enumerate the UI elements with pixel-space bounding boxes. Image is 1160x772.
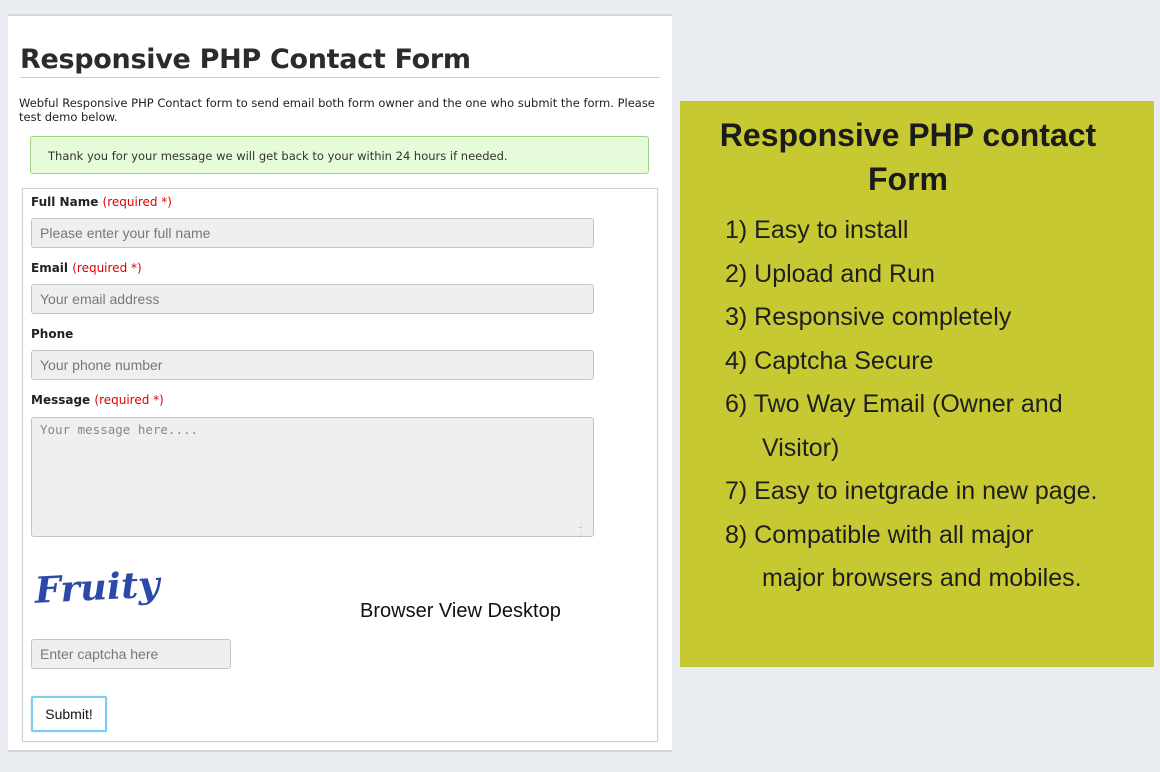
required-marker: (required *) (102, 195, 172, 209)
phone-input[interactable] (31, 350, 594, 380)
feature-item: 1) Easy to install (725, 216, 909, 244)
message-label: Message (required *) (31, 393, 164, 407)
panel-title-line-1: Responsive PHP contact (719, 117, 1097, 153)
full-name-label: Full Name (required *) (31, 195, 172, 209)
full-name-input[interactable] (31, 218, 594, 248)
contact-form-page: Responsive PHP Contact Form Webful Respo… (8, 14, 672, 752)
feature-item-continuation: major browsers and mobiles. (762, 564, 1082, 592)
feature-item: 7) Easy to inetgrade in new page. (725, 477, 1098, 505)
message-label-text: Message (31, 393, 91, 407)
features-panel: Responsive PHP contact Form 1) Easy to i… (680, 101, 1154, 667)
message-textarea[interactable] (31, 417, 594, 537)
panel-title-line-2: Form (868, 161, 948, 197)
required-marker: (required *) (72, 261, 142, 275)
email-input[interactable] (31, 284, 594, 314)
intro-text: Webful Responsive PHP Contact form to se… (19, 96, 655, 124)
panel-title: Responsive PHP contact Form (680, 113, 1136, 201)
captcha-text: Fruity (33, 564, 163, 612)
captcha-input[interactable] (31, 639, 231, 669)
email-label: Email (required *) (31, 261, 142, 275)
contact-form: Full Name (required *) Email (required *… (22, 188, 658, 742)
success-alert: Thank you for your message we will get b… (30, 136, 649, 174)
email-label-text: Email (31, 261, 69, 275)
feature-item: 3) Responsive completely (725, 303, 1012, 331)
full-name-label-text: Full Name (31, 195, 99, 209)
page-title: Responsive PHP Contact Form (20, 44, 660, 78)
required-marker: (required *) (94, 393, 164, 407)
feature-item: 2) Upload and Run (725, 259, 935, 288)
submit-button[interactable]: Submit! (31, 696, 107, 732)
resize-grip-icon[interactable]: .:.: (578, 522, 583, 540)
feature-item-continuation: Visitor) (762, 433, 840, 462)
feature-list: 1) Easy to install 2) Upload and Run 3) … (725, 209, 1097, 601)
feature-item: 8) Compatible with all major (725, 520, 1034, 549)
feature-item: 4) Captcha Secure (725, 346, 934, 375)
feature-item: 6) Two Way Email (Owner and (725, 390, 1063, 418)
phone-label: Phone (31, 327, 74, 341)
browser-view-label: Browser View Desktop (360, 600, 561, 622)
captcha-image: Fruity (33, 564, 163, 612)
